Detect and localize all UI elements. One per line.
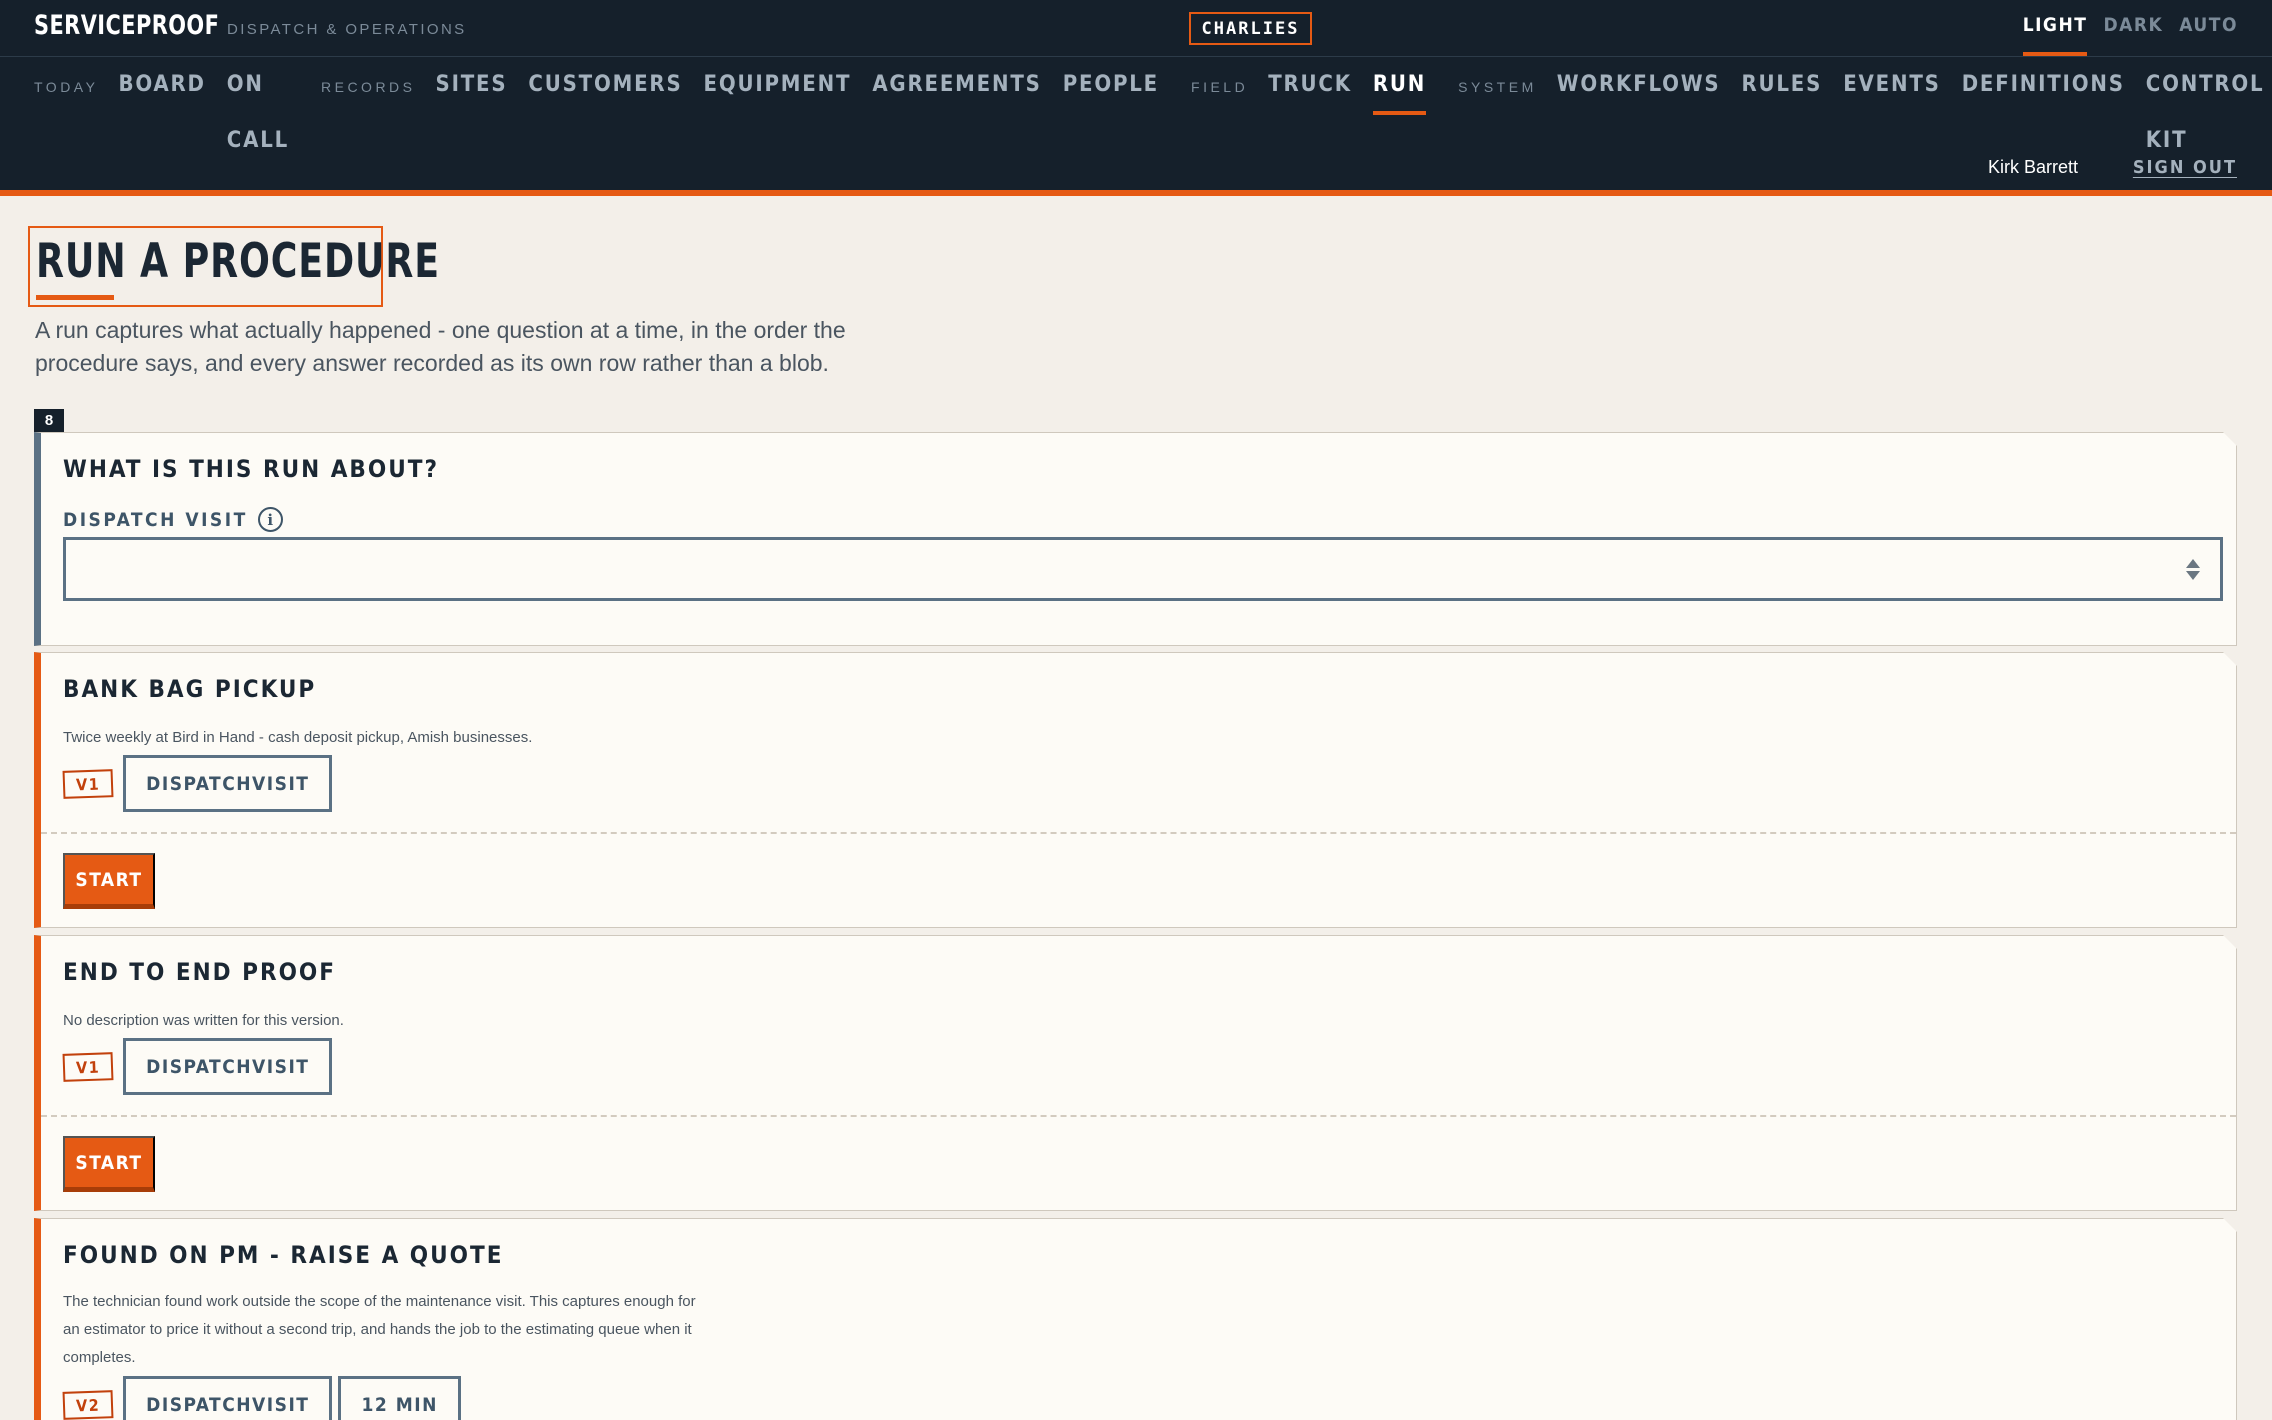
- version-stamp: V2: [63, 1390, 114, 1420]
- procedure-card: FOUND ON PM - RAISE A QUOTE The technici…: [34, 1218, 2237, 1420]
- duration-tag: 12 MIN: [338, 1376, 460, 1420]
- scope-tag: DISPATCHVISIT: [123, 1038, 332, 1095]
- card-divider: [41, 1115, 2236, 1117]
- nav-item-definitions[interactable]: DEFINITIONS: [1962, 57, 2125, 117]
- page-title-box: RUN A PROCEDURE: [28, 226, 439, 307]
- scope-tag: DISPATCHVISIT: [123, 755, 332, 812]
- nav-item-equipment[interactable]: EQUIPMENT: [704, 57, 852, 117]
- nav-item-workflows[interactable]: WORKFLOWS: [1557, 57, 1721, 117]
- select-arrows-icon: [2186, 554, 2200, 584]
- version-stamp: V1: [63, 1052, 114, 1082]
- run-context-card: WHAT IS THIS RUN ABOUT? DISPATCH VISIT i: [34, 432, 2237, 646]
- theme-light-option[interactable]: LIGHT: [2022, 14, 2088, 56]
- nav-item-people[interactable]: PEOPLE: [1063, 57, 1159, 117]
- page-description: A run captures what actually happened - …: [35, 317, 846, 376]
- title-underline: [36, 295, 114, 300]
- brand-tagline: DISPATCH & OPERATIONS: [227, 21, 467, 38]
- procedure-card: BANK BAG PICKUP Twice weekly at Bird in …: [34, 652, 2237, 928]
- nav-group-records: RECORDS: [321, 79, 416, 95]
- theme-auto-option[interactable]: AUTO: [2179, 14, 2238, 56]
- top-bar: SERVICEPROOF DISPATCH & OPERATIONS CHARL…: [0, 0, 2272, 196]
- procedure-description: No description was written for this vers…: [63, 1012, 344, 1029]
- tenant-badge[interactable]: CHARLIES: [1189, 12, 1312, 45]
- procedure-description: Twice weekly at Bird in Hand - cash depo…: [63, 729, 533, 746]
- nav-group-system: SYSTEM: [1458, 79, 1537, 95]
- nav-item-truck[interactable]: TRUCK: [1268, 57, 1352, 117]
- start-button[interactable]: START: [63, 1136, 155, 1192]
- nav-item-sites[interactable]: SITES: [436, 57, 508, 117]
- sign-out-link[interactable]: SIGN OUT: [2133, 157, 2237, 178]
- nav-item-events[interactable]: EVENTS: [1843, 57, 1941, 117]
- run-context-title: WHAT IS THIS RUN ABOUT?: [63, 455, 440, 483]
- brand-logo[interactable]: SERVICEPROOF: [34, 10, 219, 41]
- nav-item-customers[interactable]: CUSTOMERS: [528, 57, 682, 117]
- nav-group-today: TODAY: [34, 79, 99, 95]
- nav-item-agreements[interactable]: AGREEMENTS: [872, 57, 1041, 117]
- procedure-chips: V1 DISPATCHVISIT: [63, 755, 332, 812]
- nav-item-run[interactable]: RUN: [1372, 57, 1427, 117]
- version-stamp: V1: [63, 769, 114, 799]
- info-icon[interactable]: i: [258, 507, 283, 532]
- procedure-card: END TO END PROOF No description was writ…: [34, 935, 2237, 1211]
- nav-group-field: FIELD: [1191, 79, 1249, 95]
- start-button[interactable]: START: [63, 853, 155, 909]
- procedure-count-badge: 8: [34, 409, 64, 432]
- dispatch-visit-select[interactable]: [63, 537, 2223, 601]
- user-name: Kirk Barrett: [1987, 157, 2078, 177]
- nav-item-board[interactable]: BOARD: [118, 57, 205, 117]
- card-divider: [41, 832, 2236, 834]
- procedure-chips: V2 DISPATCHVISIT 12 MIN: [63, 1376, 461, 1420]
- theme-switch: LIGHT DARK AUTO: [2022, 14, 2238, 56]
- procedure-title: END TO END PROOF: [63, 958, 337, 986]
- procedure-chips: V1 DISPATCHVISIT: [63, 1038, 332, 1095]
- dispatch-visit-label: DISPATCH VISIT i: [63, 507, 283, 532]
- dispatch-visit-label-text: DISPATCH VISIT: [63, 508, 248, 531]
- nav-item-on-call[interactable]: ON CALL: [227, 57, 289, 153]
- theme-dark-option[interactable]: DARK: [2103, 14, 2163, 56]
- brand-row: SERVICEPROOF DISPATCH & OPERATIONS CHARL…: [0, 0, 2272, 57]
- nav-item-control-kit[interactable]: CONTROL KIT: [2146, 57, 2265, 153]
- scope-tag: DISPATCHVISIT: [123, 1376, 332, 1420]
- procedure-description: The technician found work outside the sc…: [63, 1293, 696, 1366]
- procedure-title: BANK BAG PICKUP: [63, 675, 317, 703]
- nav-item-rules[interactable]: RULES: [1741, 57, 1822, 117]
- page-title: RUN A PROCEDURE: [36, 234, 440, 289]
- procedure-title: FOUND ON PM - RAISE A QUOTE: [63, 1241, 504, 1269]
- main-nav: TODAY BOARD ON CALL RECORDS SITES CUSTOM…: [34, 57, 2272, 153]
